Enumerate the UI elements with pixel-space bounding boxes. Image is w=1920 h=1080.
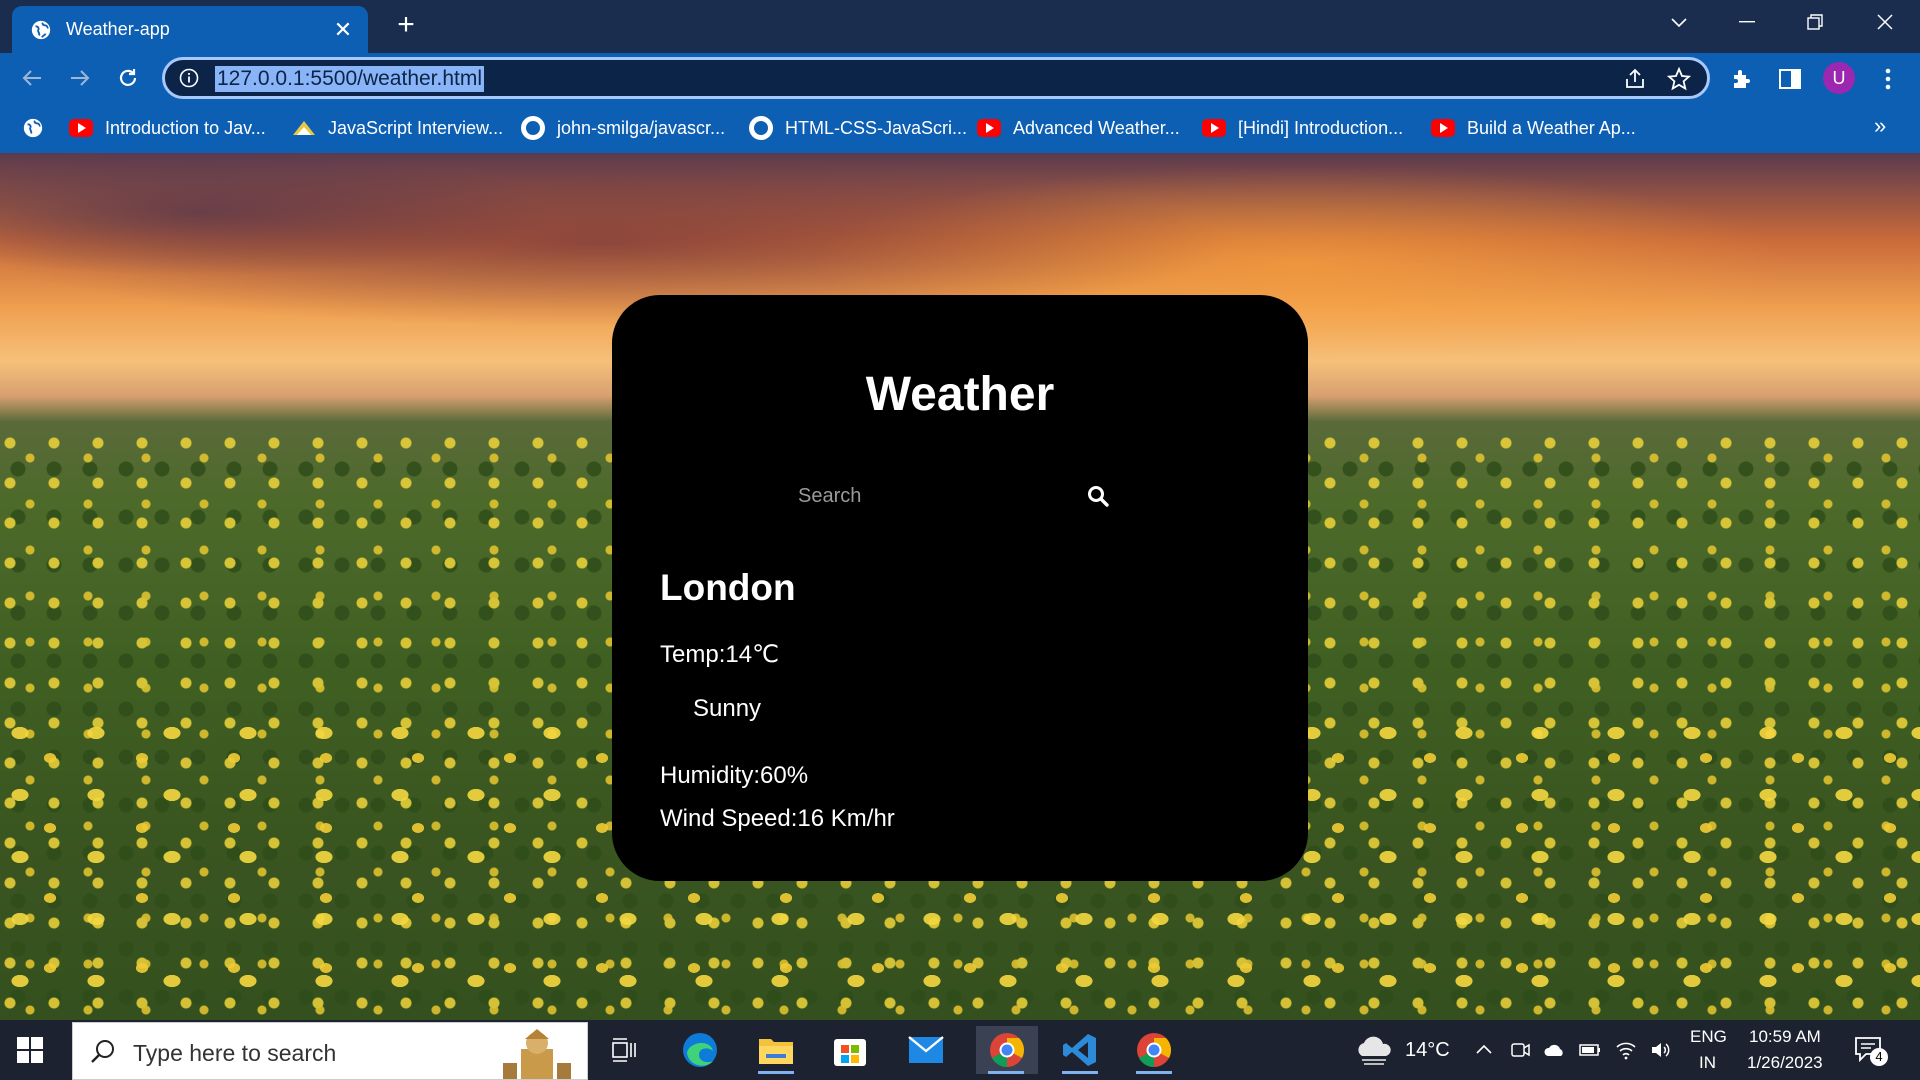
bookmark-label: Build a Weather Ap...	[1467, 117, 1636, 138]
forward-arrow-icon[interactable]	[64, 62, 96, 94]
bookmark-label: HTML-CSS-JavaScri...	[785, 117, 968, 138]
bookmark-star-icon[interactable]	[1667, 67, 1691, 91]
browser-toolbar: 127.0.0.1:5500/weather.html U	[0, 53, 1920, 103]
side-panel-icon[interactable]	[1776, 65, 1804, 93]
info-icon[interactable]	[179, 68, 199, 88]
battery-icon[interactable]	[1578, 1038, 1602, 1062]
notification-count-badge: 4	[1870, 1048, 1888, 1066]
site-icon	[293, 121, 315, 135]
search-icon	[91, 1040, 114, 1063]
city-search-input[interactable]	[794, 475, 1084, 517]
app-running-indicator	[988, 1071, 1024, 1074]
url-text[interactable]: 127.0.0.1:5500/weather.html	[215, 66, 485, 92]
more-bookmarks-chevron-icon[interactable]: »	[1874, 113, 1886, 139]
bookmark-item[interactable]: Build a Weather Ap...	[1431, 115, 1636, 141]
weather-card: Weather London Temp:14℃ Sunny Humidity:6…	[612, 295, 1308, 881]
app-running-indicator	[758, 1071, 794, 1074]
language-indicator[interactable]: ENG	[1690, 1027, 1727, 1047]
bookmark-item[interactable]: john-smilga/javascr...	[521, 115, 725, 141]
taskbar-weather-temp[interactable]: 14°C	[1405, 1039, 1450, 1062]
github-icon	[749, 116, 773, 140]
minimize-button[interactable]	[1724, 6, 1770, 38]
chrome-icon[interactable]	[1126, 1026, 1182, 1074]
globe-icon[interactable]	[22, 117, 44, 139]
windows-start-icon[interactable]	[16, 1036, 44, 1064]
bookmark-label: [Hindi] Introduction...	[1238, 117, 1404, 138]
volume-icon[interactable]	[1649, 1038, 1673, 1062]
clock-date[interactable]: 1/26/2023	[1747, 1053, 1823, 1073]
bookmark-item[interactable]: JavaScript Interview...	[292, 115, 503, 141]
search-highlight-illustration-icon	[503, 1029, 571, 1079]
profile-avatar[interactable]: U	[1823, 62, 1855, 94]
clock-time[interactable]: 10:59 AM	[1749, 1027, 1821, 1047]
search-bar	[794, 475, 1134, 517]
cloud-weather-icon[interactable]	[1354, 1034, 1394, 1066]
bookmark-item[interactable]: Introduction to Jav...	[69, 115, 266, 141]
weather-condition: Sunny	[693, 695, 762, 722]
vscode-icon[interactable]	[1052, 1026, 1108, 1074]
bookmark-item[interactable]: Advanced Weather...	[977, 115, 1180, 141]
menu-kebab-icon[interactable]	[1874, 65, 1902, 93]
edge-browser-icon[interactable]	[676, 1026, 724, 1074]
extensions-puzzle-icon[interactable]	[1728, 65, 1756, 93]
search-icon[interactable]	[1086, 484, 1110, 508]
youtube-icon	[1431, 119, 1455, 137]
bookmark-label: john-smilga/javascr...	[557, 117, 726, 138]
wind-speed-text: Wind Speed:16 Km/hr	[660, 805, 895, 832]
bookmark-label: Advanced Weather...	[1013, 117, 1180, 138]
youtube-icon	[1202, 119, 1226, 137]
microsoft-store-icon[interactable]	[826, 1026, 874, 1074]
meet-now-icon[interactable]	[1508, 1038, 1532, 1062]
humidity-text: Humidity:60%	[660, 762, 809, 789]
mail-icon[interactable]	[902, 1026, 950, 1074]
taskbar-search-placeholder: Type here to search	[133, 1040, 337, 1066]
bookmark-label: Introduction to Jav...	[105, 117, 266, 138]
onedrive-cloud-icon[interactable]	[1543, 1038, 1567, 1062]
restore-button[interactable]	[1792, 6, 1838, 38]
temperature-text: Temp:14℃	[660, 641, 780, 668]
bookmark-label: JavaScript Interview...	[328, 117, 504, 138]
chevron-up-icon[interactable]	[1472, 1038, 1496, 1062]
chrome-icon[interactable]	[976, 1026, 1038, 1074]
bookmarks-bar: Introduction to Jav... JavaScript Interv…	[0, 103, 1920, 153]
tab-search-chevron-icon[interactable]	[1656, 6, 1702, 38]
task-view-icon[interactable]	[600, 1026, 648, 1074]
bookmark-item[interactable]: [Hindi] Introduction...	[1202, 115, 1403, 141]
taskbar-search-box[interactable]: Type here to search	[72, 1022, 588, 1080]
wifi-icon[interactable]	[1614, 1038, 1638, 1062]
app-running-indicator	[1062, 1071, 1098, 1074]
file-explorer-icon[interactable]	[752, 1026, 800, 1074]
address-bar[interactable]: 127.0.0.1:5500/weather.html	[162, 57, 1710, 99]
notification-center-icon[interactable]: 4	[1854, 1036, 1894, 1066]
region-indicator[interactable]: IN	[1699, 1053, 1716, 1073]
tab-close-icon[interactable]: ✕	[332, 18, 354, 41]
browser-tab[interactable]: Weather-app ✕	[12, 6, 368, 53]
tab-title: Weather-app	[66, 19, 170, 39]
reload-icon[interactable]	[112, 62, 144, 94]
globe-icon	[31, 20, 51, 39]
new-tab-button[interactable]: +	[390, 10, 422, 42]
share-icon[interactable]	[1623, 67, 1647, 91]
weather-heading: Weather	[865, 368, 1055, 421]
github-icon	[521, 116, 545, 140]
close-window-button[interactable]	[1862, 6, 1908, 38]
youtube-icon	[977, 119, 1001, 137]
bookmark-item[interactable]: HTML-CSS-JavaScri...	[749, 115, 967, 141]
back-arrow-icon[interactable]	[16, 62, 48, 94]
windows-taskbar: Type here to search 14°C ENG IN 10:59 AM…	[0, 1020, 1920, 1080]
youtube-icon	[69, 119, 93, 137]
app-running-indicator	[1136, 1071, 1172, 1074]
browser-titlebar: Weather-app ✕ +	[0, 0, 1920, 53]
city-name: London	[660, 567, 796, 608]
